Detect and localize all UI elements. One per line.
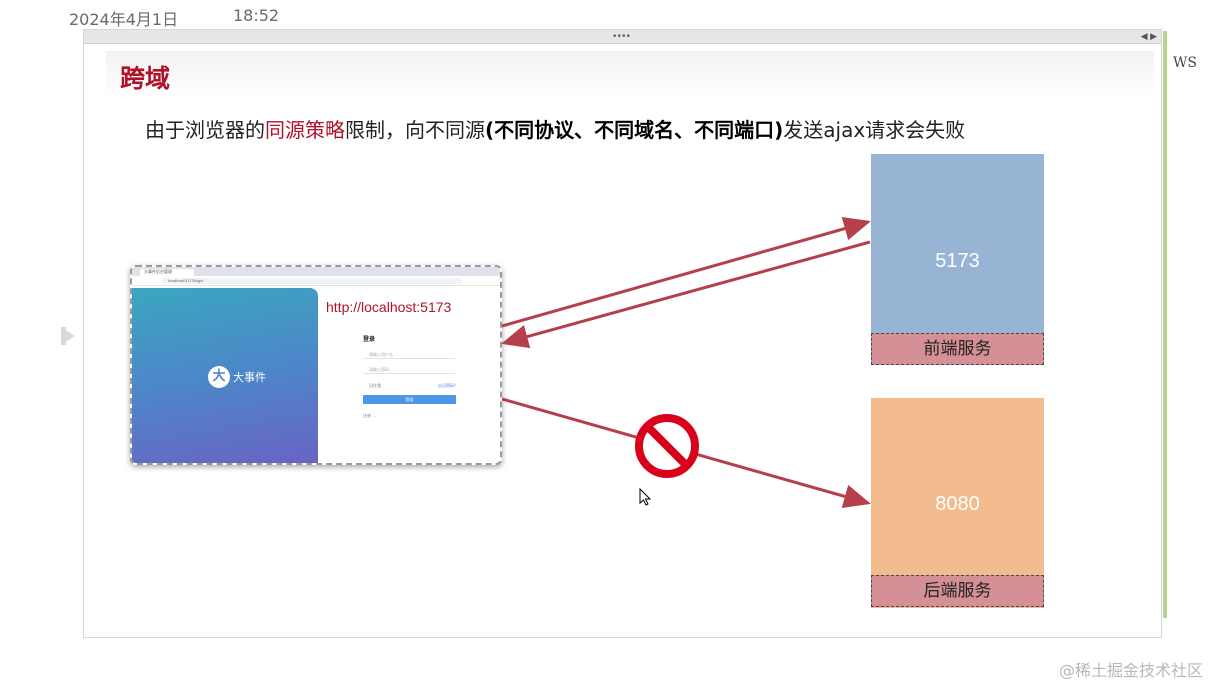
remember-checkbox: 记住我 <box>369 383 381 388</box>
subtitle-part2: 限制，向不同源 <box>345 118 485 142</box>
app-logo: 大 大事件 <box>208 366 266 388</box>
subtitle-part3: 发送ajax请求会失败 <box>783 118 966 142</box>
password-field: 请输入密码 <box>363 365 455 374</box>
scroll-arrows-icon[interactable]: ◀ ▶ <box>1141 31 1157 42</box>
subtitle-bold: (不同协议、不同域名、不同端口) <box>485 118 784 142</box>
slide-title: 跨域 <box>120 64 171 93</box>
grip-icon[interactable]: •••• <box>613 32 631 42</box>
forgot-link: 忘记密码？ <box>438 383 458 388</box>
watermark: @稀土掘金技术社区 <box>1059 661 1204 680</box>
browser-url: localhost:5173/login <box>162 278 462 284</box>
logo-text: 大事件 <box>233 371 266 384</box>
browser-url-bar: localhost:5173/login <box>132 276 500 286</box>
login-button: 登录 <box>363 395 456 404</box>
address-caption: http://localhost:5173 <box>326 299 452 315</box>
subtitle-part1: 由于浏览器的 <box>145 118 265 142</box>
note-date: 2024年4月1日 <box>69 10 179 29</box>
expand-arrow-icon[interactable] <box>61 327 75 345</box>
register-link: 注册 → <box>363 413 377 418</box>
side-label: WS <box>1173 55 1197 71</box>
browser-tab: 大事件后台管理 <box>140 269 194 276</box>
frame-drag-bar[interactable]: •••• ◀ ▶ <box>84 30 1161 44</box>
slide-title-band: 跨域 <box>106 51 1154 97</box>
logo-mark-icon: 大 <box>208 366 230 388</box>
backend-port: 8080 <box>935 493 980 515</box>
frontend-port: 5173 <box>935 250 980 272</box>
login-banner: 大 大事件 <box>132 288 318 463</box>
note-time: 18:52 <box>233 6 280 25</box>
login-title: 登录 <box>363 337 376 343</box>
side-container-border <box>1163 31 1167 618</box>
subtitle-highlight: 同源策略 <box>265 118 345 142</box>
slide-subtitle: 由于浏览器的同源策略限制，向不同源(不同协议、不同域名、不同端口)发送ajax请… <box>145 114 965 143</box>
backend-server-box: 8080 后端服务 <box>871 398 1044 608</box>
backend-label: 后端服务 <box>871 575 1044 607</box>
frontend-server-box: 5173 前端服务 <box>871 154 1044 365</box>
frontend-label: 前端服务 <box>871 333 1044 365</box>
browser-screenshot: 大事件后台管理 localhost:5173/login 大 大事件 http:… <box>130 265 502 465</box>
username-field: 请输入用户名 <box>363 350 455 359</box>
browser-tab-bar: 大事件后台管理 <box>132 267 500 276</box>
